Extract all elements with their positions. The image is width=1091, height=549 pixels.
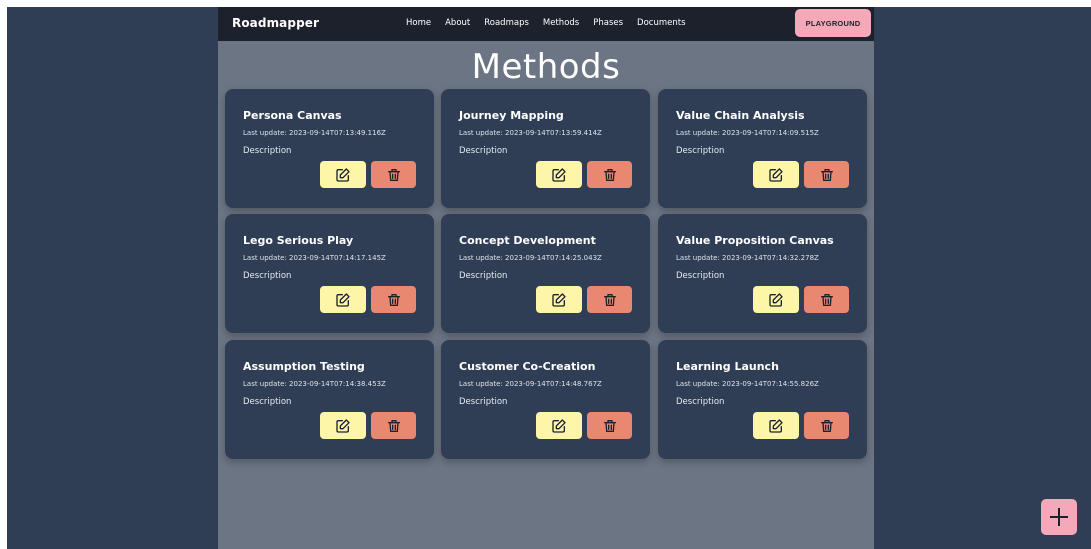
- add-method-button[interactable]: [1041, 499, 1077, 535]
- method-card-description: Description: [676, 271, 725, 281]
- nav-links: Home About Roadmaps Methods Phases Docum…: [406, 18, 700, 28]
- trash-icon: [387, 293, 400, 306]
- nav-link-about[interactable]: About: [445, 18, 470, 28]
- method-card-date: Last update: 2023-09-14T07:14:09.515Z: [676, 129, 819, 137]
- method-card: Customer Co-Creation Last update: 2023-09…: [441, 340, 650, 459]
- method-card-title: Persona Canvas: [243, 109, 342, 122]
- brand-logo[interactable]: Roadmapper: [232, 16, 319, 30]
- edit-method-button[interactable]: [753, 412, 799, 439]
- method-card-date: Last update: 2023-09-14T07:14:38.453Z: [243, 380, 386, 388]
- edit-method-button[interactable]: [536, 161, 582, 188]
- method-card-title: Journey Mapping: [459, 109, 564, 122]
- nav-link-roadmaps[interactable]: Roadmaps: [484, 18, 529, 28]
- nav-link-phases[interactable]: Phases: [593, 18, 623, 28]
- edit-method-button[interactable]: [320, 286, 366, 313]
- method-card-date: Last update: 2023-09-14T07:14:25.043Z: [459, 254, 602, 262]
- delete-method-button[interactable]: [371, 412, 416, 439]
- trash-icon: [820, 293, 833, 306]
- delete-method-button[interactable]: [804, 412, 849, 439]
- method-card-title: Lego Serious Play: [243, 234, 354, 247]
- method-card-description: Description: [459, 397, 508, 407]
- method-card-date: Last update: 2023-09-14T07:14:17.145Z: [243, 254, 386, 262]
- edit-icon: [552, 292, 566, 307]
- method-card-date: Last update: 2023-09-14T07:14:48.767Z: [459, 380, 602, 388]
- delete-method-button[interactable]: [587, 286, 632, 313]
- edit-method-button[interactable]: [753, 286, 799, 313]
- delete-method-button[interactable]: [804, 161, 849, 188]
- edit-method-button[interactable]: [320, 161, 366, 188]
- method-card: Value Chain Analysis Last update: 2023-09…: [658, 89, 867, 208]
- delete-method-button[interactable]: [587, 412, 632, 439]
- navbar: Roadmapper Home About Roadmaps Methods P…: [218, 7, 874, 41]
- method-card: Learning Launch Last update: 2023-09-14T0…: [658, 340, 867, 459]
- nav-link-documents[interactable]: Documents: [637, 18, 685, 28]
- page-title: Methods: [471, 47, 621, 87]
- edit-method-button[interactable]: [753, 161, 799, 188]
- delete-method-button[interactable]: [804, 286, 849, 313]
- method-card-title: Value Proposition Canvas: [676, 234, 834, 247]
- trash-icon: [387, 419, 400, 432]
- trash-icon: [820, 419, 833, 432]
- method-card-description: Description: [676, 146, 725, 156]
- edit-icon: [552, 418, 566, 433]
- method-card-date: Last update: 2023-09-14T07:13:49.116Z: [243, 129, 386, 137]
- trash-icon: [603, 293, 616, 306]
- method-card: Concept Development Last update: 2023-09-…: [441, 214, 650, 333]
- playground-button[interactable]: PLAYGROUND: [795, 9, 871, 37]
- delete-method-button[interactable]: [371, 161, 416, 188]
- method-card-description: Description: [243, 397, 292, 407]
- edit-method-button[interactable]: [536, 286, 582, 313]
- edit-icon: [336, 167, 350, 182]
- method-card: Lego Serious Play Last update: 2023-09-14…: [225, 214, 434, 333]
- method-card-title: Concept Development: [459, 234, 596, 247]
- edit-icon: [769, 418, 783, 433]
- method-card-title: Customer Co-Creation: [459, 360, 596, 373]
- edit-icon: [769, 167, 783, 182]
- trash-icon: [387, 168, 400, 181]
- method-card: Value Proposition Canvas Last update: 202…: [658, 214, 867, 333]
- edit-method-button[interactable]: [536, 412, 582, 439]
- method-card-title: Value Chain Analysis: [676, 109, 805, 122]
- viewport: Roadmapper Home About Roadmaps Methods P…: [7, 7, 1091, 549]
- method-card-title: Learning Launch: [676, 360, 779, 373]
- trash-icon: [603, 168, 616, 181]
- trash-icon: [603, 419, 616, 432]
- edit-method-button[interactable]: [320, 412, 366, 439]
- nav-link-home[interactable]: Home: [406, 18, 431, 28]
- trash-icon: [820, 168, 833, 181]
- method-card-date: Last update: 2023-09-14T07:14:32.278Z: [676, 254, 819, 262]
- delete-method-button[interactable]: [587, 161, 632, 188]
- method-card-date: Last update: 2023-09-14T07:14:55.826Z: [676, 380, 819, 388]
- edit-icon: [552, 167, 566, 182]
- method-card-title: Assumption Testing: [243, 360, 365, 373]
- app-container: Roadmapper Home About Roadmaps Methods P…: [218, 7, 874, 549]
- edit-icon: [769, 292, 783, 307]
- plus-icon: [1050, 508, 1068, 526]
- method-card-date: Last update: 2023-09-14T07:13:59.414Z: [459, 129, 602, 137]
- method-card-description: Description: [676, 397, 725, 407]
- edit-icon: [336, 292, 350, 307]
- method-card: Assumption Testing Last update: 2023-09-1…: [225, 340, 434, 459]
- delete-method-button[interactable]: [371, 286, 416, 313]
- edit-icon: [336, 418, 350, 433]
- method-card: Persona Canvas Last update: 2023-09-14T07…: [225, 89, 434, 208]
- nav-link-methods[interactable]: Methods: [543, 18, 579, 28]
- method-card-description: Description: [459, 146, 508, 156]
- method-card-description: Description: [243, 271, 292, 281]
- method-card: Journey Mapping Last update: 2023-09-14T0…: [441, 89, 650, 208]
- method-card-description: Description: [459, 271, 508, 281]
- method-card-description: Description: [243, 146, 292, 156]
